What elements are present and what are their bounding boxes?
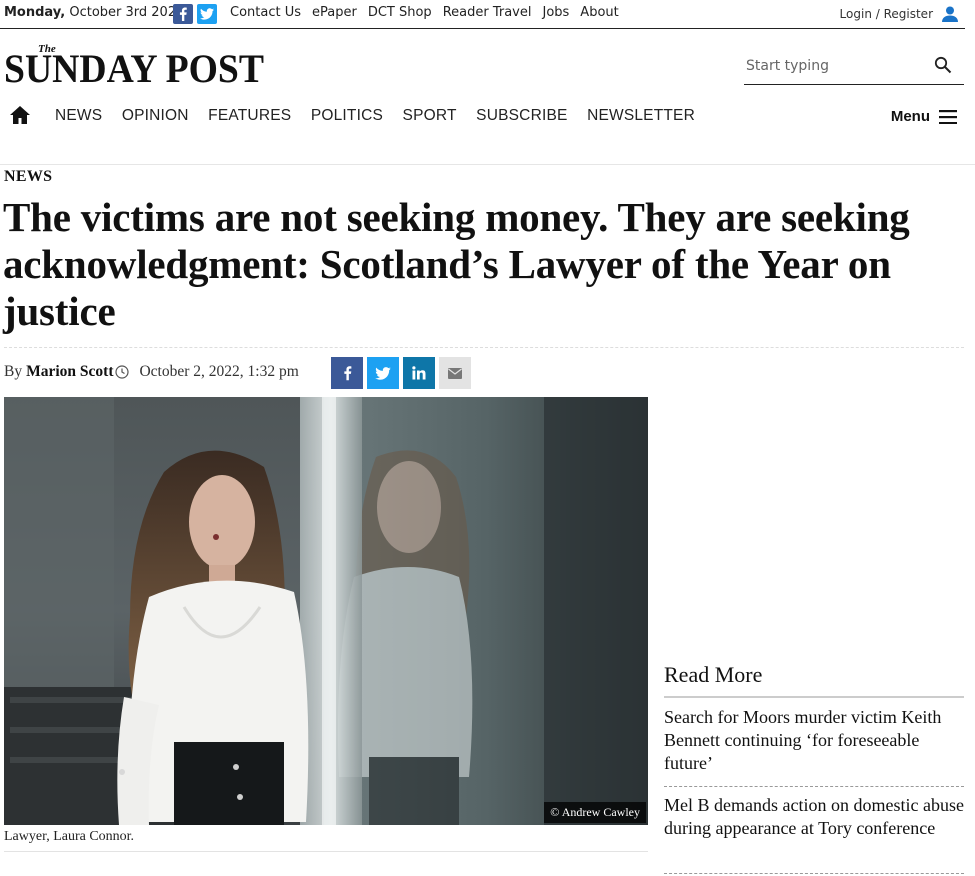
nav-item-sport[interactable]: SPORT [403, 107, 457, 125]
read-more-heading: Read More [664, 662, 763, 687]
menu-button[interactable]: Menu [891, 108, 957, 125]
byline-prefix: By [4, 363, 23, 380]
user-icon [942, 6, 958, 22]
share-linkedin-button[interactable] [403, 357, 435, 389]
current-date: Monday, October 3rd 2022 [4, 5, 185, 20]
twitter-icon [375, 366, 391, 380]
article-headline: The victims are not seeking money. They … [3, 194, 910, 334]
read-more-separator [664, 873, 964, 874]
facebook-icon [343, 366, 351, 381]
read-more-link[interactable]: Search for Moors murder victim Keith Ben… [664, 706, 964, 775]
read-more-divider [664, 696, 964, 698]
publish-date: October 2, 2022, 1:32 pm [139, 363, 299, 380]
byline: By Marion Scott October 2, 2022, 1:32 pm [4, 363, 299, 381]
article-section-label[interactable]: NEWS [4, 168, 52, 186]
image-credit: © Andrew Cawley [544, 802, 646, 823]
nav-item-opinion[interactable]: OPINION [122, 107, 189, 125]
clock-icon [115, 365, 130, 379]
portrait-photo [4, 397, 648, 825]
share-twitter-button[interactable] [367, 357, 399, 389]
search-box [744, 52, 964, 85]
nav-item-newsletter[interactable]: NEWSLETTER [587, 107, 695, 125]
login-register-link[interactable]: Login / Register [840, 6, 959, 22]
share-facebook-button[interactable] [331, 357, 363, 389]
home-icon[interactable] [9, 104, 31, 126]
reader-travel-link[interactable]: Reader Travel [443, 5, 532, 20]
author-name[interactable]: Marion Scott [26, 363, 113, 381]
linkedin-icon [412, 366, 426, 380]
jobs-link[interactable]: Jobs [542, 5, 569, 20]
search-icon[interactable] [934, 56, 952, 74]
svg-text:SUNDAY POST: SUNDAY POST [4, 46, 264, 86]
epaper-link[interactable]: ePaper [312, 5, 357, 20]
contact-us-link[interactable]: Contact Us [230, 5, 301, 20]
image-caption: Lawyer, Laura Connor. [4, 829, 135, 844]
login-label: Login / Register [839, 7, 933, 21]
share-email-button[interactable] [439, 357, 471, 389]
hamburger-icon [939, 109, 957, 124]
main-nav: NEWS OPINION FEATURES POLITICS SPORT SUB… [0, 100, 975, 136]
nav-divider [0, 164, 975, 165]
headline-divider [4, 347, 964, 348]
dct-shop-link[interactable]: DCT Shop [368, 5, 432, 20]
about-link[interactable]: About [580, 5, 618, 20]
nav-item-news[interactable]: NEWS [55, 107, 102, 125]
top-divider [0, 28, 965, 29]
article-hero-image: © Andrew Cawley [4, 397, 648, 825]
email-icon [448, 367, 462, 379]
top-links: Contact Us ePaper DCT Shop Reader Travel… [230, 5, 619, 20]
menu-label: Menu [890, 108, 930, 125]
twitter-icon[interactable] [197, 4, 217, 24]
site-logo[interactable]: The SUNDAY POST [4, 42, 266, 91]
utility-bar: Monday, October 3rd 2022 Contact Us ePap… [0, 0, 975, 28]
nav-item-politics[interactable]: POLITICS [311, 107, 383, 125]
read-more-link[interactable]: Mel B demands action on domestic abuse d… [664, 794, 964, 840]
nav-item-features[interactable]: FEATURES [208, 107, 291, 125]
read-more-separator [664, 786, 964, 787]
caption-divider [4, 851, 648, 852]
search-input[interactable] [746, 52, 926, 80]
nav-item-subscribe[interactable]: SUBSCRIBE [476, 107, 567, 125]
facebook-icon[interactable] [173, 4, 193, 24]
